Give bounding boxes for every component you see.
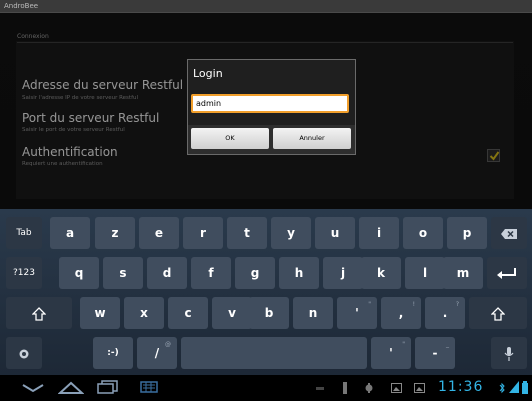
key-d[interactable]: d	[147, 257, 187, 289]
key-apostrophe-2-label: '	[389, 346, 393, 360]
key-o[interactable]: o	[403, 217, 443, 249]
key-apostrophe-2[interactable]: ' "	[371, 337, 411, 369]
recent-apps-icon[interactable]	[97, 380, 119, 394]
usb-debug-icon	[365, 383, 373, 393]
bluetooth-icon	[499, 382, 505, 394]
login-dialog: Login admin OK Annuler	[187, 59, 356, 155]
key-q[interactable]: q	[59, 257, 99, 289]
key-z[interactable]: z	[95, 217, 135, 249]
key-apostrophe-2-hint: "	[402, 341, 405, 348]
key-m[interactable]: m	[443, 257, 483, 289]
key-period-label: .	[442, 306, 448, 320]
key-comma[interactable]: , !	[381, 297, 421, 329]
key-symbols[interactable]: ?123	[6, 257, 42, 289]
key-l[interactable]: l	[405, 257, 445, 289]
key-w[interactable]: w	[80, 297, 120, 329]
key-s[interactable]: s	[103, 257, 143, 289]
key-f[interactable]: f	[191, 257, 231, 289]
key-comma-label: ,	[398, 306, 404, 320]
key-period[interactable]: . ?	[425, 297, 465, 329]
key-k[interactable]: k	[361, 257, 401, 289]
login-input[interactable]: admin	[191, 94, 349, 113]
hide-keyboard-icon[interactable]	[22, 384, 44, 393]
shift-icon	[490, 306, 506, 321]
keyboard-switch-icon[interactable]	[140, 380, 158, 394]
ok-button[interactable]: OK	[191, 128, 269, 149]
key-e[interactable]: e	[139, 217, 179, 249]
dialog-button-bar: OK Annuler	[188, 125, 355, 154]
settings-key[interactable]	[6, 337, 42, 369]
key-apostrophe-hint: "	[368, 301, 371, 308]
key-j[interactable]: j	[323, 257, 363, 289]
key-b[interactable]: b	[249, 297, 289, 329]
key-dash-hint: _	[446, 341, 449, 348]
shift-icon	[31, 306, 47, 321]
home-icon[interactable]	[58, 380, 84, 394]
key-a[interactable]: a	[50, 217, 90, 249]
backspace-icon	[501, 228, 517, 239]
key-n[interactable]: n	[293, 297, 333, 329]
mic-key[interactable]	[491, 337, 527, 369]
microphone-icon	[504, 346, 514, 361]
enter-icon	[497, 267, 516, 279]
backspace-key[interactable]	[491, 217, 527, 249]
key-p[interactable]: p	[447, 217, 487, 249]
key-tab[interactable]: Tab	[6, 217, 42, 249]
battery-icon	[522, 381, 528, 394]
usb-icon	[343, 382, 347, 394]
title-bar: AndroBee	[0, 0, 532, 13]
app-title: AndroBee	[4, 2, 39, 10]
cancel-button[interactable]: Annuler	[273, 128, 351, 149]
key-x[interactable]: x	[124, 297, 164, 329]
key-y[interactable]: y	[271, 217, 311, 249]
key-u[interactable]: u	[315, 217, 355, 249]
enter-key[interactable]	[487, 257, 527, 289]
soft-keyboard: Tab a z e r t y u i o p ?123 q s d f g h…	[0, 209, 532, 375]
image-notification-icon-2	[414, 383, 425, 393]
gear-icon	[19, 349, 29, 358]
key-i[interactable]: i	[359, 217, 399, 249]
key-slash-label: /	[154, 346, 160, 360]
dialog-title: Login	[193, 67, 223, 80]
key-comma-hint: !	[412, 301, 415, 308]
space-key[interactable]	[181, 337, 367, 369]
status-clock: 11:36	[438, 379, 484, 395]
shift-key-right[interactable]	[469, 297, 527, 329]
notification-dot-icon	[316, 387, 324, 390]
key-c[interactable]: c	[168, 297, 208, 329]
key-t[interactable]: t	[227, 217, 267, 249]
key-g[interactable]: g	[235, 257, 275, 289]
key-v[interactable]: v	[212, 297, 252, 329]
key-dash[interactable]: - _	[415, 337, 455, 369]
shift-key-left[interactable]	[6, 297, 72, 329]
key-dash-label: -	[432, 346, 438, 360]
image-notification-icon	[391, 383, 402, 393]
key-apostrophe[interactable]: ' "	[337, 297, 377, 329]
key-slash[interactable]: / @	[137, 337, 177, 369]
key-smiley[interactable]: :-)	[93, 337, 133, 369]
key-h[interactable]: h	[279, 257, 319, 289]
wifi-icon	[509, 381, 519, 393]
key-r[interactable]: r	[183, 217, 223, 249]
key-slash-hint: @	[165, 341, 171, 348]
key-apostrophe-label: '	[355, 306, 359, 320]
key-period-hint: ?	[455, 301, 459, 308]
system-bar: 11:36	[0, 375, 532, 401]
